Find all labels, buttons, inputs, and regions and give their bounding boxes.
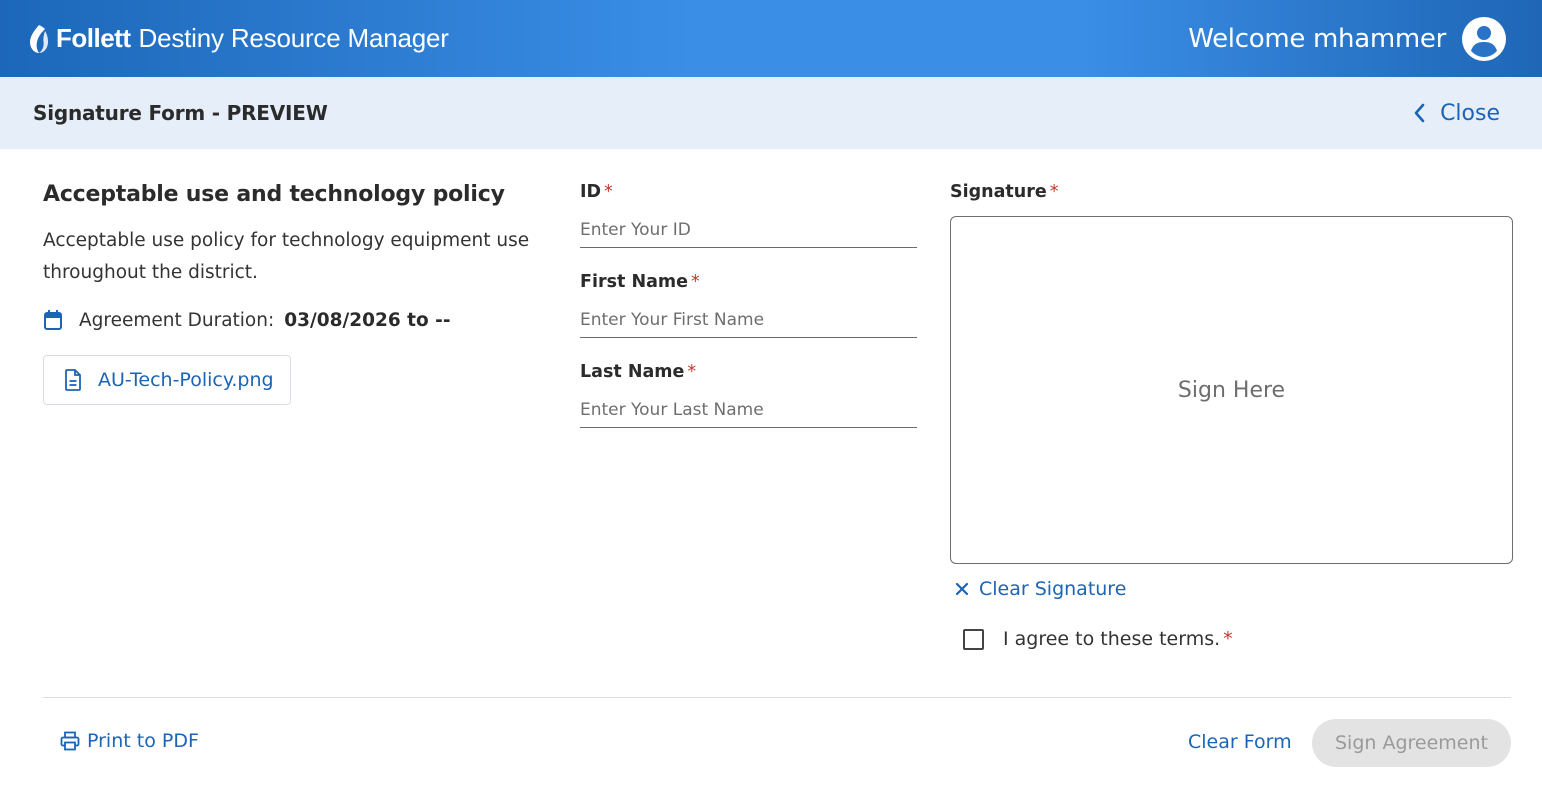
- id-label-text: ID: [580, 182, 602, 202]
- brand-name: Follett: [56, 23, 131, 53]
- duration-label: Agreement Duration:: [79, 309, 275, 331]
- policy-info: Acceptable use and technology policy Acc…: [43, 182, 553, 405]
- last-name-field-group: Last Name *: [580, 362, 917, 428]
- last-name-label-text: Last Name: [580, 362, 685, 382]
- user-avatar-icon[interactable]: [1462, 16, 1506, 61]
- sign-agreement-button[interactable]: Sign Agreement: [1312, 719, 1511, 767]
- printer-icon: [60, 731, 80, 751]
- signature-pad[interactable]: Sign Here: [950, 216, 1513, 564]
- duration-value: 03/08/2026 to --: [284, 309, 451, 331]
- brand-logo-lockup[interactable]: Follett Destiny Resource Manager: [28, 23, 449, 54]
- signature-label-text: Signature: [950, 182, 1047, 202]
- brand-product: Destiny Resource Manager: [138, 23, 449, 53]
- first-name-input[interactable]: [580, 294, 917, 338]
- policy-file-link[interactable]: AU-Tech-Policy.png: [43, 355, 291, 405]
- calendar-icon: [44, 310, 62, 330]
- id-label: ID *: [580, 182, 917, 204]
- id-field-group: ID *: [580, 182, 917, 248]
- signature-label: Signature *: [950, 182, 1513, 204]
- signer-fields: ID* First Name* Last Name*: [580, 182, 917, 452]
- form-title-bar: Signature Form - PREVIEW Close: [0, 77, 1542, 149]
- required-mark: *: [604, 182, 613, 202]
- agreement-duration: Agreement Duration: 03/08/2026 to --: [43, 309, 553, 331]
- agree-label: I agree to these terms.: [1003, 628, 1221, 650]
- first-name-label-text: First Name: [580, 272, 689, 292]
- follett-logo-icon: [30, 24, 48, 53]
- required-mark: *: [691, 272, 700, 292]
- file-name: AU-Tech-Policy.png: [98, 369, 274, 391]
- user-menu[interactable]: Welcome mhammer: [1188, 16, 1506, 61]
- app-header: Follett Destiny Resource Manager Welcome…: [0, 0, 1542, 77]
- policy-description: Acceptable use policy for technology equ…: [43, 230, 530, 283]
- document-icon: [65, 369, 81, 391]
- required-mark: *: [1049, 182, 1059, 202]
- id-input[interactable]: [580, 204, 917, 248]
- required-mark: *: [687, 362, 697, 382]
- print-label: Print to PDF: [87, 730, 199, 752]
- clear-signature-button[interactable]: Clear Signature: [950, 578, 1513, 600]
- last-name-label: Last Name *: [580, 362, 917, 384]
- required-mark: *: [1223, 628, 1233, 650]
- print-to-pdf-button[interactable]: Print to PDF: [60, 730, 199, 752]
- agree-checkbox[interactable]: [963, 628, 984, 650]
- first-name-field-group: First Name *: [580, 272, 917, 338]
- clear-form-button[interactable]: Clear Form: [1188, 731, 1292, 753]
- chevron-left-icon: [1414, 103, 1425, 123]
- agree-terms: I agree to these terms. *: [963, 628, 1513, 650]
- policy-title: Acceptable use and technology policy: [43, 182, 505, 207]
- page-title: Signature Form - PREVIEW: [33, 101, 328, 125]
- close-icon: [955, 582, 969, 596]
- last-name-input[interactable]: [580, 384, 917, 428]
- footer-divider: [43, 697, 1511, 698]
- first-name-label: First Name *: [580, 272, 917, 294]
- welcome-text: Welcome mhammer: [1188, 23, 1446, 54]
- close-button[interactable]: Close: [1412, 101, 1500, 126]
- close-label: Close: [1440, 100, 1500, 126]
- clear-signature-label: Clear Signature: [979, 578, 1127, 600]
- signature-placeholder: Sign Here: [1177, 377, 1286, 403]
- signature-section: Signature * Sign Here Clear Signature I a…: [950, 182, 1513, 650]
